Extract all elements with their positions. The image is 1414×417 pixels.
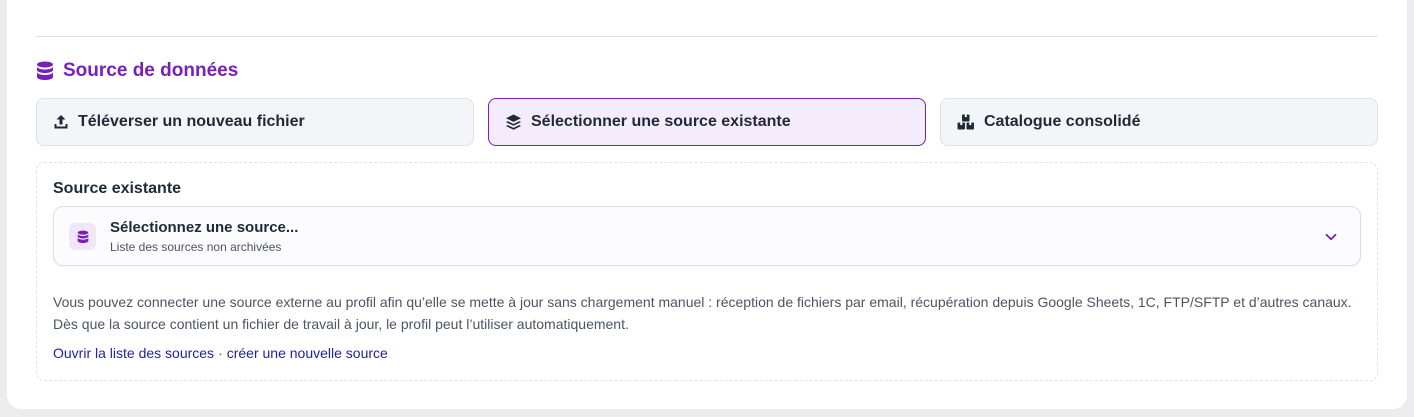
source-mode-tabs: Téléverser un nouveau fichier Sélectionn… (36, 98, 1378, 146)
source-links: Ouvrir la liste des sources · créer une no… (53, 345, 388, 361)
link-separator: · (218, 345, 223, 361)
boxes-icon (957, 114, 975, 130)
tab-consolidated-catalog[interactable]: Catalogue consolidé (940, 98, 1378, 146)
source-select-dropdown[interactable]: Sélectionnez une source... Liste des sou… (53, 206, 1361, 266)
tab-upload-file-label: Téléverser un nouveau fichier (78, 113, 305, 130)
section-title: Source de données (63, 60, 239, 81)
open-sources-list-link[interactable]: Ouvrir la liste des sources (53, 345, 214, 361)
upload-icon (53, 114, 69, 130)
source-card: Source de données Téléverser un nouveau … (7, 0, 1407, 409)
tab-select-existing-source[interactable]: Sélectionner une source existante (488, 98, 926, 146)
section-divider (36, 36, 1378, 37)
tab-consolidated-catalog-label: Catalogue consolidé (984, 113, 1141, 130)
create-new-source-link[interactable]: créer une nouvelle source (227, 345, 388, 361)
source-select-placeholder: Sélectionnez une source... (110, 219, 299, 236)
tab-select-existing-source-label: Sélectionner une source existante (531, 113, 791, 130)
tab-upload-file[interactable]: Téléverser un nouveau fichier (36, 98, 474, 146)
existing-source-label: Source existante (53, 180, 182, 197)
database-icon (36, 61, 54, 81)
layers-icon (505, 114, 522, 130)
help-text: Vous pouvez connecter une source externe… (53, 294, 1352, 332)
section-header: Source de données (36, 58, 238, 84)
database-icon (69, 223, 96, 250)
source-select-subtitle: Liste des sources non archivées (110, 240, 282, 254)
chevron-down-icon[interactable] (1324, 230, 1338, 244)
existing-source-panel: Source existante Sélectionnez une source… (36, 162, 1378, 381)
